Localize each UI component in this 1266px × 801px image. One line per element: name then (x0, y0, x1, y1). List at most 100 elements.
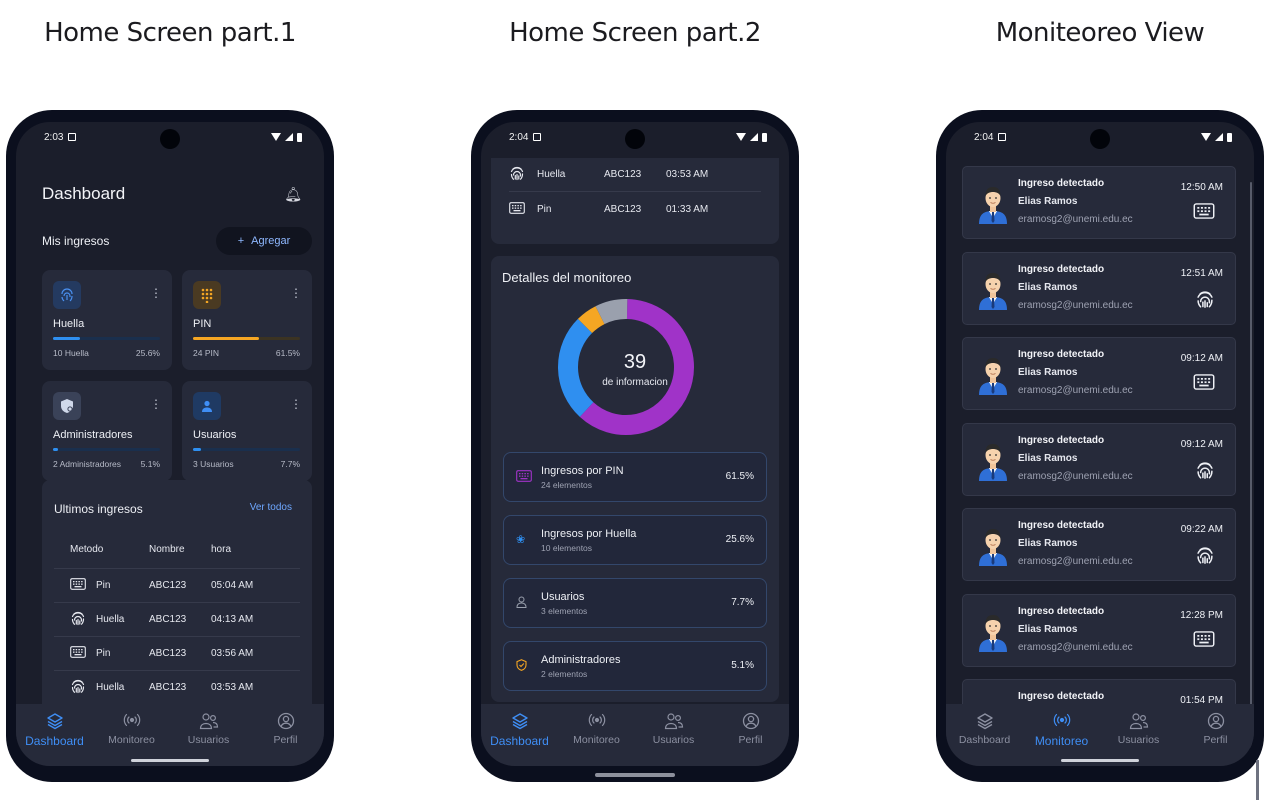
section-title-detalles: Detalles del monitoreo (502, 270, 632, 285)
notification-card[interactable]: Ingreso detectado Elias Ramos eramosg2@une… (962, 337, 1236, 410)
notification-name: Elias Ramos (1018, 538, 1078, 549)
nav-label: Perfil (273, 734, 298, 746)
bottom-navigation: Dashboard Monitoreo Usuarios Perfil (16, 704, 324, 766)
table-row[interactable]: Pin ABC123 03:56 AM (54, 636, 300, 670)
scrollbar[interactable] (1250, 182, 1252, 766)
tile-pin[interactable]: ⋮ PIN 24 PIN 61.5% (182, 270, 312, 370)
fingerprint-icon (509, 165, 525, 184)
shield-icon (53, 392, 81, 420)
tile-count: 10 Huella (53, 348, 89, 358)
nav-label: Monitoreo (573, 734, 620, 746)
section-title-mis-ingresos: Mis ingresos (42, 234, 110, 248)
bell-icon[interactable]: 🔔︎ (284, 186, 302, 203)
screen: 2:04 Huella ABC123 03:53 AM Pin ABC123 0… (481, 122, 789, 766)
row-metodo: Pin (537, 203, 552, 215)
more-options-icon[interactable]: ⋮ (290, 286, 302, 300)
nav-dashboard[interactable]: Dashboard (16, 704, 93, 766)
table-row[interactable]: Huella ABC123 04:13 AM (54, 602, 300, 636)
keyboard-icon (1193, 374, 1215, 394)
nav-dashboard[interactable]: Dashboard (481, 704, 558, 766)
more-options-icon[interactable]: ⋮ (290, 397, 302, 411)
table-row[interactable]: Pin ABC123 01:33 AM (509, 192, 761, 226)
nav-usuarios[interactable]: Usuarios (170, 704, 247, 766)
notification-time: 09:22 AM (1180, 524, 1223, 535)
nav-perfil[interactable]: Perfil (247, 704, 324, 766)
notification-card[interactable]: Ingreso detectado Elias Ramos eramosg2@une… (962, 422, 1236, 496)
table-row[interactable]: Pin ABC123 05:04 AM (54, 568, 300, 602)
table-row[interactable]: Huella ABC123 03:53 AM (509, 158, 761, 192)
notification-card[interactable]: Ingreso detectado Elias Ramos eramosg2@une… (962, 251, 1236, 325)
detalles-monitoreo-card: Detalles del monitoreo 39 de informacion… (491, 256, 779, 702)
table-row[interactable]: Huella ABC123 03:53 AM (54, 670, 300, 704)
nav-usuarios[interactable]: Usuarios (1100, 704, 1177, 766)
notification-icon (533, 133, 542, 141)
notification-email: eramosg2@unemi.edu.ec (1018, 641, 1133, 653)
notification-icon (68, 133, 77, 141)
notification-card[interactable]: Ingreso detectado Elias Ramos eramosg2@une… (962, 593, 1236, 667)
layers-icon (976, 712, 994, 730)
home-indicator[interactable] (595, 773, 675, 777)
legend-ingresos-huella[interactable]: ❀ Ingresos por Huella 10 elementos 25.6% (503, 515, 767, 565)
battery-icon (297, 132, 302, 142)
legend-percent: 61.5% (725, 471, 754, 482)
home-indicator[interactable] (131, 759, 209, 762)
screen: 2:04 Ingreso detectado Elias Ramos eramosg… (946, 122, 1254, 766)
tile-usuarios[interactable]: ⋮ Usuarios 3 Usuarios 7.7% (182, 381, 312, 481)
legend-ingresos-pin[interactable]: Ingresos por PIN 24 elementos 61.5% (503, 452, 767, 502)
row-hora: 01:33 AM (666, 203, 709, 215)
fingerprint-icon (1195, 460, 1215, 484)
nav-monitoreo[interactable]: Monitoreo (93, 704, 170, 766)
notification-card[interactable]: Ingreso detectado Elias Ramos eramosg2@une… (962, 508, 1236, 581)
notification-card[interactable]: Ingreso detectado Elias Ramos eramosg2@une… (962, 166, 1236, 239)
nav-monitoreo[interactable]: Monitoreo (1023, 704, 1100, 766)
nav-label: Usuarios (187, 734, 230, 746)
row-hora: 05:04 AM (211, 580, 254, 591)
camera-cutout (160, 129, 180, 149)
notification-icon (998, 133, 1007, 141)
donut-center-label: de informacion (602, 377, 668, 388)
header-hora: hora (211, 543, 232, 555)
avatar (977, 270, 1009, 310)
nav-label: Dashboard (25, 734, 84, 748)
page-title: Dashboard (42, 184, 126, 203)
camera-cutout (1090, 129, 1110, 149)
nav-dashboard[interactable]: Dashboard (946, 704, 1023, 766)
home-indicator[interactable] (1061, 759, 1139, 762)
more-options-icon[interactable]: ⋮ (150, 397, 162, 411)
row-nombre: ABC123 (149, 682, 187, 693)
caption-home-part-2: Home Screen part.2 (509, 18, 761, 48)
scroll-thumb[interactable] (1256, 760, 1259, 800)
notification-title: Ingreso detectado (1018, 434, 1105, 446)
legend-administradores[interactable]: Administradores 2 elementos 5.1% (503, 641, 767, 691)
row-hora: 03:53 AM (666, 169, 709, 180)
row-metodo: Huella (537, 169, 566, 180)
nav-perfil[interactable]: Perfil (1177, 704, 1254, 766)
battery-icon (1227, 132, 1232, 142)
nav-label: Perfil (1203, 734, 1228, 746)
table-header: Metodo Nombre hora (54, 532, 300, 566)
notification-email: eramosg2@unemi.edu.ec (1018, 299, 1133, 311)
phone-home-part-2: 2:04 Huella ABC123 03:53 AM Pin ABC123 0… (471, 110, 799, 782)
profile-icon (1207, 712, 1225, 730)
keyboard-icon (516, 470, 532, 485)
nav-label: Monitoreo (1034, 734, 1089, 748)
nav-perfil[interactable]: Perfil (712, 704, 789, 766)
tile-administradores[interactable]: ⋮ Administradores 2 Administradores 5.1% (42, 381, 172, 481)
avatar (977, 526, 1009, 566)
fingerprint-icon (1195, 545, 1215, 569)
nav-monitoreo[interactable]: Monitoreo (558, 704, 635, 766)
tile-name: Huella (53, 318, 85, 330)
donut-slice-3 (595, 299, 628, 325)
ver-todos-link[interactable]: Ver todos (250, 502, 292, 513)
more-options-icon[interactable]: ⋮ (150, 286, 162, 300)
nav-usuarios[interactable]: Usuarios (635, 704, 712, 766)
tile-count: 24 PIN (193, 348, 219, 358)
row-nombre: ABC123 (149, 580, 187, 591)
keyboard-icon (1193, 630, 1215, 651)
keyboard-icon (509, 201, 525, 217)
users-icon (664, 712, 684, 730)
tile-huella[interactable]: ⋮ Huella 10 Huella 25.6% (42, 270, 172, 370)
tile-name: PIN (193, 318, 212, 330)
legend-usuarios[interactable]: Usuarios 3 elementos 7.7% (503, 578, 767, 628)
add-button[interactable]: + Agregar (216, 227, 312, 255)
